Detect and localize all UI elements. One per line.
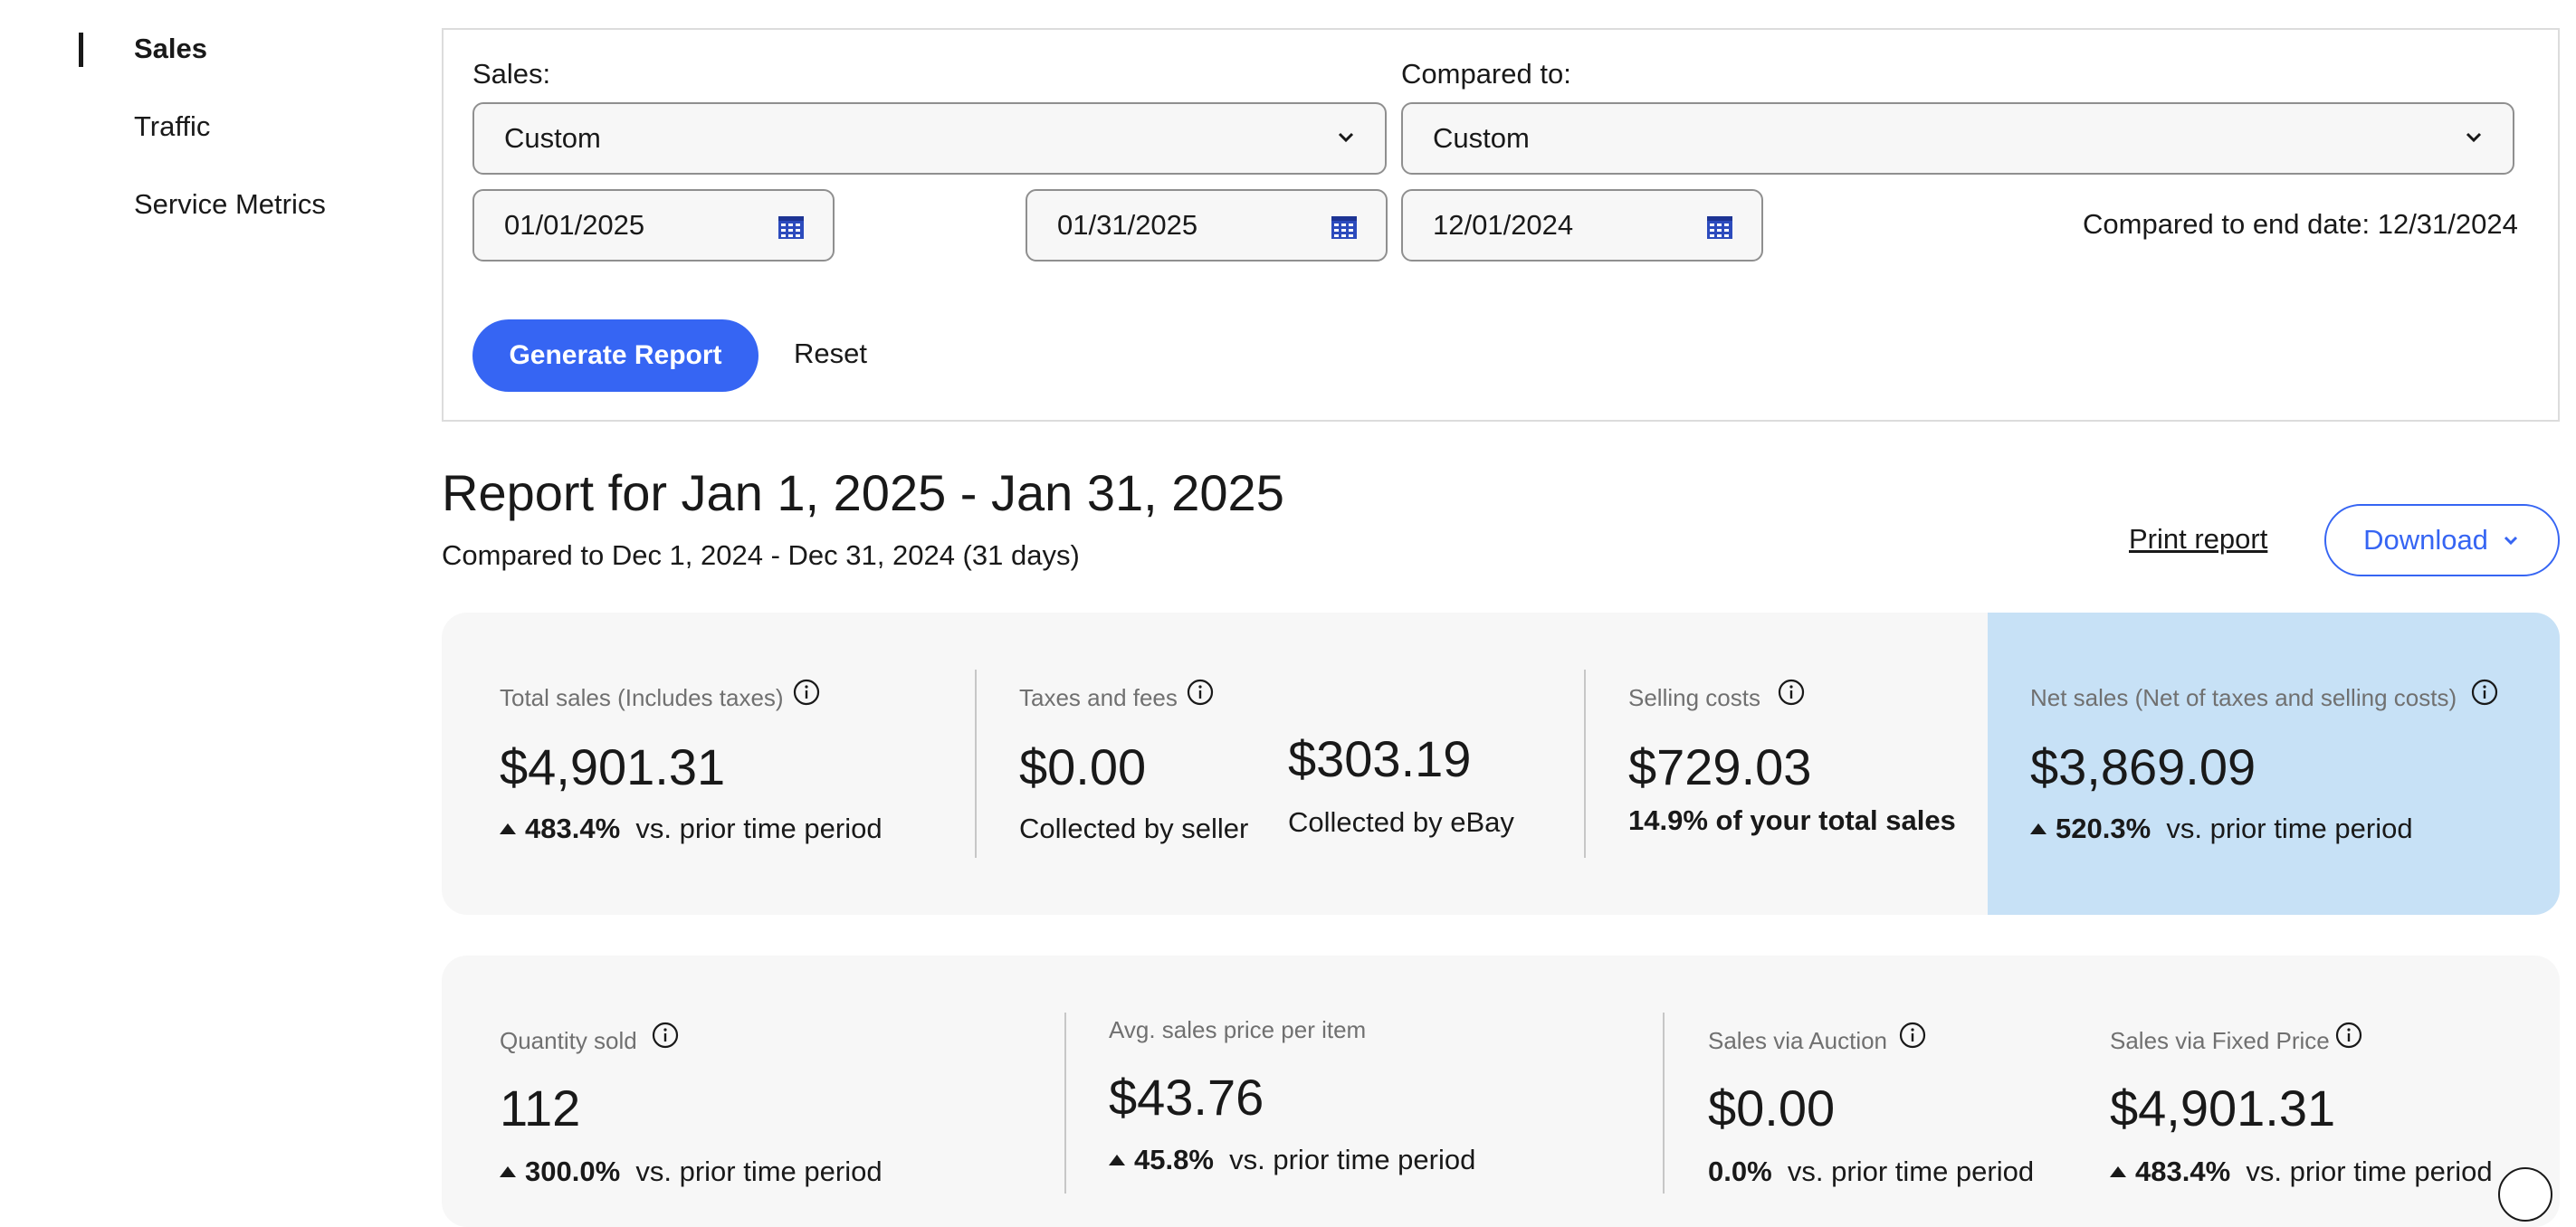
selling-costs-note: 14.9% of your total sales — [1628, 804, 1956, 836]
compare-start-date-value: 12/01/2024 — [1433, 209, 1574, 241]
report-comparison-range: Compared to Dec 1, 2024 - Dec 31, 2024 (… — [442, 539, 1080, 571]
compared-to-select[interactable]: Custom — [1401, 102, 2514, 175]
info-icon[interactable] — [793, 679, 820, 706]
info-icon[interactable] — [1899, 1022, 1926, 1049]
quantity-change-text: vs. prior time period — [635, 1156, 883, 1187]
quantity-sold-label: Quantity sold — [500, 1027, 637, 1054]
taxes-ebay-value: $303.19 — [1288, 730, 1472, 787]
active-nav-indicator — [79, 33, 83, 67]
auction-change-text: vs. prior time period — [1787, 1156, 2035, 1187]
sales-period-label: Sales: — [472, 58, 551, 90]
net-sales-change-value: 520.3% — [2056, 813, 2151, 844]
compared-to-value: Custom — [1433, 122, 1530, 154]
quantity-sold-change: 300.0% vs. prior time period — [500, 1156, 883, 1188]
sidebar-item-sales[interactable]: Sales — [134, 33, 207, 65]
net-sales-change: 520.3% vs. prior time period — [2030, 813, 2413, 845]
fixed-price-sales-change: 483.4% vs. prior time period — [2110, 1156, 2493, 1188]
sales-period-select[interactable]: Custom — [472, 102, 1387, 175]
avg-price-change: 45.8% vs. prior time period — [1109, 1144, 1475, 1176]
info-icon[interactable] — [1187, 679, 1214, 706]
net-sales-value: $3,869.09 — [2030, 738, 2256, 795]
auction-sales-change: 0.0% vs. prior time period — [1708, 1156, 2034, 1188]
report-title: Report for Jan 1, 2025 - Jan 31, 2025 — [442, 464, 1284, 521]
net-sales-label: Net sales (Net of taxes and selling cost… — [2030, 684, 2457, 711]
taxes-ebay-caption: Collected by eBay — [1288, 806, 1514, 838]
start-date-value: 01/01/2025 — [504, 209, 645, 241]
compared-to-label: Compared to: — [1401, 58, 1571, 90]
print-report-link[interactable]: Print report — [2129, 523, 2267, 556]
start-date-field[interactable]: 01/01/2025 — [472, 189, 835, 262]
avg-price-label: Avg. sales price per item — [1109, 1016, 1367, 1043]
up-triangle-icon — [2110, 1166, 2126, 1177]
chevron-down-icon — [1338, 132, 1354, 143]
divider — [975, 670, 977, 858]
auction-sales-label: Sales via Auction — [1708, 1027, 1888, 1054]
total-sales-change-text: vs. prior time period — [635, 813, 883, 844]
divider — [1663, 1013, 1665, 1194]
auction-change-value: 0.0% — [1708, 1156, 1772, 1187]
total-sales-label: Total sales (Includes taxes) — [500, 684, 784, 711]
reset-button[interactable]: Reset — [794, 338, 867, 370]
info-icon[interactable] — [652, 1022, 679, 1049]
end-date-field[interactable]: 01/31/2025 — [1026, 189, 1388, 262]
quantity-change-value: 300.0% — [525, 1156, 621, 1187]
sidebar-item-service-metrics[interactable]: Service Metrics — [134, 188, 326, 221]
chevron-down-icon — [2466, 132, 2482, 143]
calendar-icon[interactable] — [1705, 213, 1734, 242]
sidebar-item-traffic[interactable]: Traffic — [134, 110, 210, 143]
end-date-value: 01/31/2025 — [1057, 209, 1198, 241]
up-triangle-icon — [500, 1166, 516, 1177]
download-label: Download — [2363, 524, 2488, 556]
fixed-price-sales-value: $4,901.31 — [2110, 1080, 2336, 1137]
generate-report-button[interactable]: Generate Report — [472, 319, 758, 392]
avg-price-change-value: 45.8% — [1134, 1144, 1214, 1175]
info-icon[interactable] — [2335, 1022, 2362, 1049]
taxes-seller-caption: Collected by seller — [1019, 813, 1249, 844]
info-icon[interactable] — [2471, 679, 2498, 706]
total-sales-change-value: 483.4% — [525, 813, 621, 844]
compare-start-date-field[interactable]: 12/01/2024 — [1401, 189, 1763, 262]
selling-costs-value: $729.03 — [1628, 738, 1812, 795]
sales-period-value: Custom — [504, 122, 601, 154]
chevron-down-icon — [2504, 536, 2517, 546]
divider — [1584, 670, 1586, 858]
taxes-seller-value: $0.00 — [1019, 738, 1147, 795]
avg-price-value: $43.76 — [1109, 1069, 1264, 1126]
calendar-icon[interactable] — [1330, 213, 1359, 242]
up-triangle-icon — [2030, 823, 2046, 834]
avg-price-change-text: vs. prior time period — [1229, 1144, 1476, 1175]
fixed-price-change-value: 483.4% — [2135, 1156, 2231, 1187]
taxes-fees-label: Taxes and fees — [1019, 684, 1178, 711]
total-sales-change: 483.4% vs. prior time period — [500, 813, 883, 845]
info-icon[interactable] — [1778, 679, 1805, 706]
up-triangle-icon — [500, 823, 516, 834]
quantity-sold-value: 112 — [500, 1080, 581, 1137]
net-sales-change-text: vs. prior time period — [2166, 813, 2413, 844]
fixed-price-change-text: vs. prior time period — [2246, 1156, 2493, 1187]
auction-sales-value: $0.00 — [1708, 1080, 1836, 1137]
divider — [1064, 1013, 1066, 1194]
compare-end-date-text: Compared to end date: 12/31/2024 — [2083, 208, 2518, 240]
download-button[interactable]: Download — [2324, 504, 2560, 576]
fixed-price-sales-label: Sales via Fixed Price — [2110, 1027, 2330, 1054]
up-triangle-icon — [1109, 1155, 1125, 1165]
selling-costs-label: Selling costs — [1628, 684, 1760, 711]
total-sales-value: $4,901.31 — [500, 738, 726, 795]
calendar-icon[interactable] — [777, 213, 806, 242]
help-icon[interactable] — [2498, 1167, 2552, 1222]
